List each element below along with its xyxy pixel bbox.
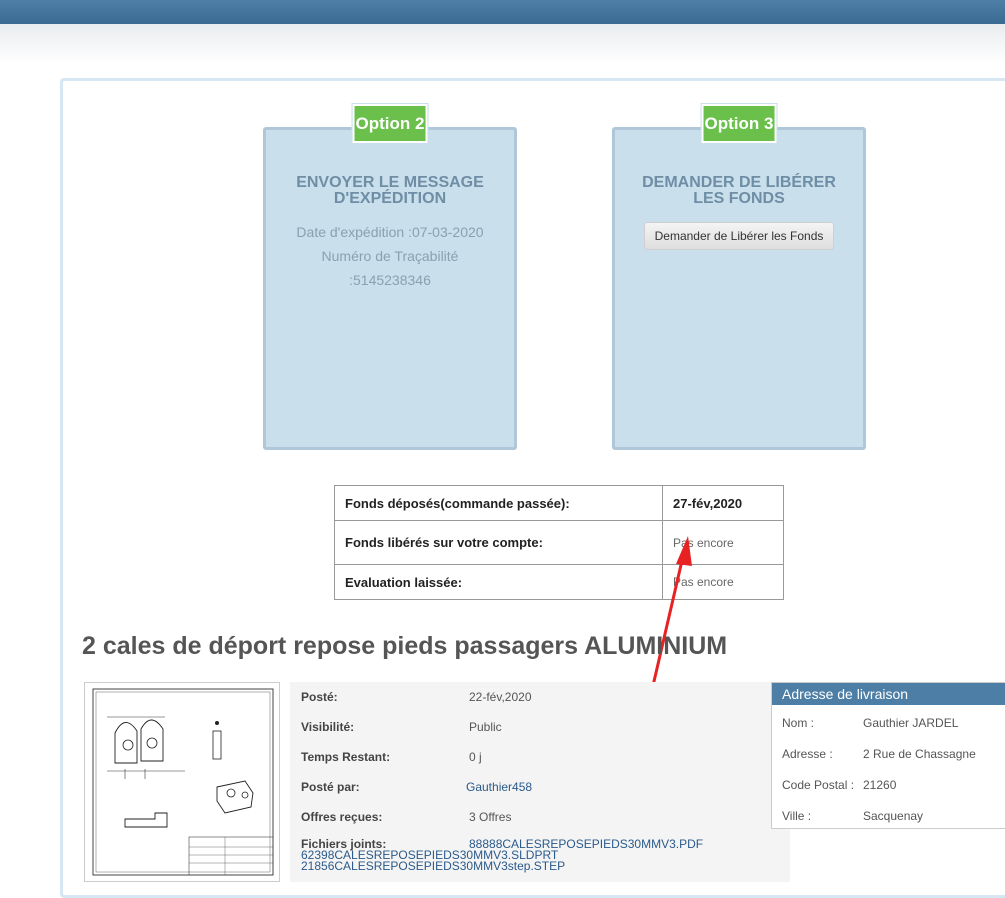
tracking-number: :5145238346 [349,272,431,288]
status-label: Fonds déposés(commande passée): [334,485,663,521]
product-details: Posté: 22-fév,2020 Visibilité: Public Te… [290,682,790,882]
shipping-date: Date d'expédition :07-03-2020 [296,224,484,240]
address-value: 21260 [863,778,897,792]
option-3-title: DEMANDER DE LIBÉRER LES FONDS [642,174,836,207]
option-2-info: Date d'expédition :07-03-2020 Numéro de … [266,220,514,292]
option-3-badge: Option 3 [701,104,777,143]
file-link[interactable]: 21856CALESREPOSEPIEDS30MMV3step.STEP [301,860,565,872]
file-link[interactable]: 88888CALESREPOSEPIEDS30MMV3.PDF [469,838,703,850]
option-3-card: Option 3 DEMANDER DE LIBÉRER LES FONDS D… [612,104,866,450]
option-2-badge: Option 2 [352,104,428,143]
top-navigation-bar [0,0,1005,24]
status-label: Evaluation laissée: [334,564,663,600]
status-label: Fonds libérés sur votre compte: [334,520,663,565]
option-2-card: Option 2 ENVOYER LE MESSAGE D'EXPÉDITION… [263,104,517,450]
detail-value: 0 j [469,750,482,764]
table-row: Evaluation laissée: Pas encore [334,564,784,600]
address-label: Nom : [782,716,815,730]
address-label: Ville : [782,809,812,823]
technical-drawing-icon [92,688,274,876]
option-2-title: ENVOYER LE MESSAGE D'EXPÉDITION [296,174,484,207]
address-label: Adresse : [782,747,833,761]
detail-label: Temps Restant: [301,750,391,764]
address-label: Code Postal : [782,778,855,792]
detail-label: Offres reçues: [301,810,383,824]
tracking-label: Numéro de Traçabilité [321,248,459,264]
files-label: Fichiers joints: [301,837,387,851]
release-funds-button[interactable]: Demander de Libérer les Fonds [643,222,835,250]
poster-link[interactable]: Gauthier458 [466,780,532,794]
header-shadow [0,24,1005,64]
detail-value: 3 Offres [469,810,512,824]
table-row: Fonds libérés sur votre compte: Pas enco… [334,520,784,565]
order-status-table: Fonds déposés(commande passée): 27-fév,2… [334,485,784,600]
delivery-address-box: Adresse de livraison Nom : Gauthier JARD… [771,682,1005,829]
address-value: 2 Rue de Chassagne [863,747,976,761]
product-thumbnail[interactable] [84,682,280,882]
status-value: 27-fév,2020 [662,485,784,521]
attached-files: Fichiers joints: 88888CALESREPOSEPIEDS30… [301,837,703,872]
address-value: Sacquenay [863,809,924,823]
detail-label: Posté par: [301,780,360,794]
detail-label: Visibilité: [301,720,355,734]
detail-value: Public [469,720,502,734]
table-row: Fonds déposés(commande passée): 27-fév,2… [334,485,784,521]
address-value: Gauthier JARDEL [863,716,959,730]
detail-value: 22-fév,2020 [469,690,532,704]
product-title: 2 cales de déport repose pieds passagers… [82,632,728,660]
delivery-address-header: Adresse de livraison [772,683,1005,705]
annotation-arrow-icon [650,536,692,692]
detail-label: Posté: [301,690,338,704]
